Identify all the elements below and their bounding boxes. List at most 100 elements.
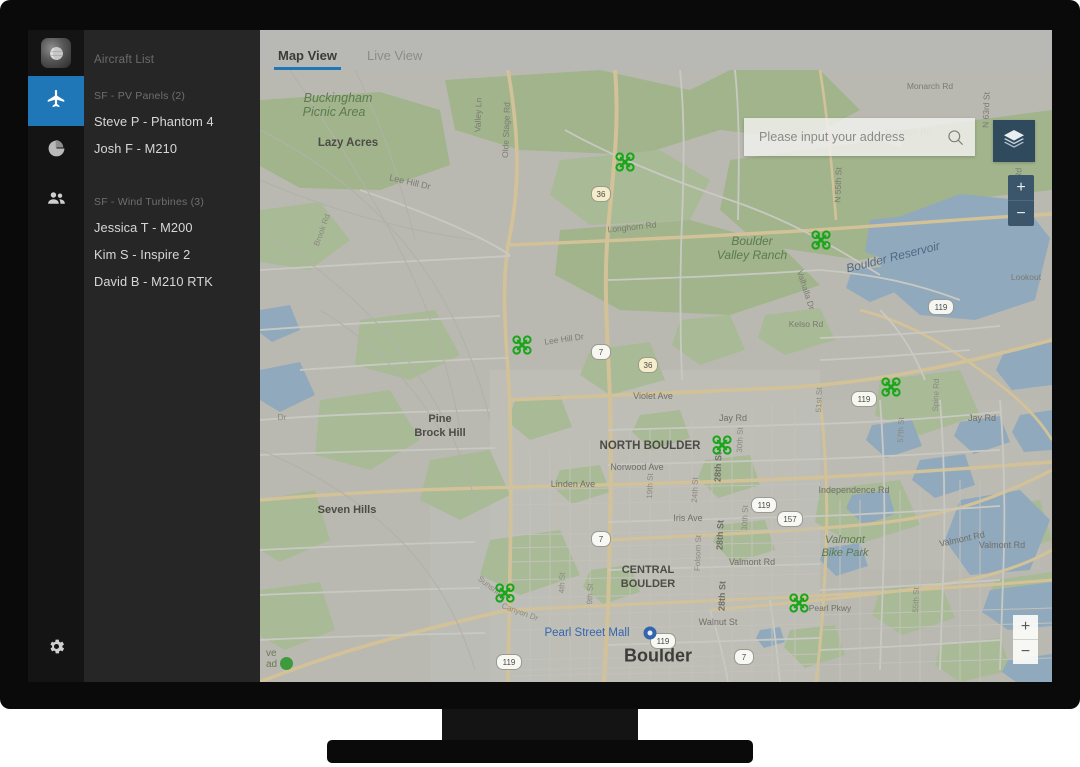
map-label: 30th St: [740, 505, 750, 531]
tab-bar: Map View Live View: [260, 30, 1052, 70]
map-label: 28th St: [716, 581, 727, 611]
map-label: Lee Hill Dr: [388, 172, 431, 191]
sidebar-item-aircraft[interactable]: [28, 76, 84, 126]
monitor-stand-base: [327, 740, 753, 763]
map-highway-shield: 7: [591, 531, 611, 547]
map-label: Lazy Acres: [318, 137, 378, 149]
map-label: Brook Rd: [312, 213, 332, 247]
tab-map-view[interactable]: Map View: [274, 48, 341, 70]
sidebar-item-team[interactable]: [28, 176, 84, 226]
aircraft-list-item[interactable]: Josh F - M210: [84, 129, 260, 156]
map-label: Valmont Rd: [729, 557, 775, 567]
map-highway-shield: 119: [851, 391, 877, 407]
aircraft-group-header: SF - Wind Turbines (3): [84, 196, 260, 208]
map-label: Olde Stage Rd: [500, 102, 512, 158]
aircraft-list-item[interactable]: Steve P - Phantom 4: [84, 102, 260, 129]
map-label: 24th St: [690, 477, 700, 503]
drone-marker[interactable]: [711, 434, 733, 456]
map-label: Buckingham: [304, 91, 373, 105]
map-highway-shield: 7: [734, 649, 754, 665]
map-label: Bike Park: [821, 547, 868, 559]
zoom-in-button[interactable]: +: [1008, 175, 1034, 201]
map-highway-shield: 36: [638, 357, 658, 373]
map-label: Linden Ave: [551, 479, 595, 489]
zoom-out-button-secondary[interactable]: −: [1013, 640, 1038, 664]
zoom-in-button-secondary[interactable]: +: [1013, 615, 1038, 640]
map-zoom-control-light: + −: [1013, 615, 1038, 664]
map-label: Picnic Area: [303, 105, 366, 119]
poi-marker-pearl-street-mall[interactable]: [644, 627, 657, 640]
map-view[interactable]: .wtr { fill:#8fb4d4; } .grn { fill:#a8c4…: [260, 70, 1052, 682]
drone-marker[interactable]: [494, 582, 516, 604]
map-label: 19th St: [645, 473, 655, 499]
map-label: Kelso Rd: [789, 319, 824, 329]
app-screen: Aircraft List SF - PV Panels (2) Steve P…: [28, 30, 1052, 682]
map-label: 55th St: [911, 587, 921, 613]
map-highway-shield: 36: [591, 186, 611, 202]
map-label: Seven Hills: [318, 504, 377, 516]
map-label: N 63rd St: [980, 92, 991, 128]
monitor-stand-neck: [442, 709, 638, 740]
map-highway-shield: 157: [777, 511, 803, 527]
map-label: 30th St: [735, 427, 745, 453]
globe-logo-icon: [41, 38, 71, 68]
map-label: Valmont Rd: [979, 540, 1025, 550]
map-highway-shield: 119: [751, 497, 777, 513]
map-attribution-text: vead: [266, 648, 277, 670]
map-label: 51st St: [814, 387, 824, 412]
map-label: Valmont Rd: [938, 529, 985, 548]
map-label: Valley Ln: [472, 98, 483, 133]
map-label: CENTRAL: [622, 564, 675, 576]
map-layers-button[interactable]: [993, 120, 1035, 162]
map-label: BOULDER: [621, 578, 675, 590]
gear-icon: [47, 637, 66, 661]
drone-marker[interactable]: [511, 334, 533, 356]
zoom-out-button[interactable]: −: [1008, 201, 1034, 226]
search-icon[interactable]: [946, 128, 965, 147]
icon-rail: [28, 30, 84, 682]
map-label: Boulder: [624, 646, 692, 667]
map-highway-shield: 119: [928, 299, 954, 315]
content-area: Map View Live View .wtr { fill:#8fb4d4; …: [260, 30, 1052, 682]
map-label: N 55th St: [832, 167, 843, 203]
map-label: Valley Ranch: [717, 248, 787, 262]
monitor-frame: Aircraft List SF - PV Panels (2) Steve P…: [0, 0, 1080, 709]
drone-marker[interactable]: [788, 592, 810, 614]
map-label: Iris Ave: [673, 513, 702, 523]
map-highway-shield: 119: [496, 654, 522, 670]
map-label: Jay Rd: [719, 413, 747, 423]
map-label: Boulder: [731, 234, 772, 248]
map-attribution-badge: [280, 657, 293, 670]
map-overlay: BuckinghamPicnic Area Lazy Acres Lee Hill …: [260, 70, 1052, 682]
map-label: Monarch Rd: [907, 81, 953, 91]
map-label: Spine Rd: [931, 378, 941, 411]
aircraft-list-panel: Aircraft List SF - PV Panels (2) Steve P…: [84, 30, 260, 682]
map-label: 28th St: [714, 520, 725, 550]
map-label: Jay Rd: [968, 413, 996, 423]
tab-live-view[interactable]: Live View: [363, 48, 426, 70]
address-search-box[interactable]: [744, 118, 975, 156]
map-label: Lee Hill Dr: [544, 331, 585, 346]
aircraft-list-item[interactable]: Jessica T - M200: [84, 208, 260, 235]
map-label: 4th St: [557, 572, 567, 593]
map-label: Norwood Ave: [610, 462, 663, 472]
pie-chart-icon: [47, 139, 66, 163]
map-label: Lookout: [1011, 272, 1041, 282]
sidebar-item-analytics[interactable]: [28, 126, 84, 176]
aircraft-list-item[interactable]: David B - M210 RTK: [84, 262, 260, 289]
app-logo[interactable]: [28, 30, 84, 76]
aircraft-list-title: Aircraft List: [84, 30, 260, 66]
search-input[interactable]: [757, 129, 946, 145]
map-label: Boulder Reservoir: [845, 239, 942, 276]
drone-marker[interactable]: [614, 151, 636, 173]
drone-marker[interactable]: [810, 229, 832, 251]
map-label: Folsom St: [693, 535, 703, 571]
aircraft-list-item[interactable]: Kim S - Inspire 2: [84, 235, 260, 262]
drone-marker[interactable]: [880, 376, 902, 398]
icon-rail-bottom: [28, 624, 84, 682]
map-label: Pearl Pkwy: [809, 603, 852, 613]
sidebar-item-settings[interactable]: [28, 624, 84, 674]
map-label: Pine: [428, 413, 451, 425]
map-label: Walnut St: [699, 617, 738, 627]
map-label: Dr: [278, 412, 287, 422]
